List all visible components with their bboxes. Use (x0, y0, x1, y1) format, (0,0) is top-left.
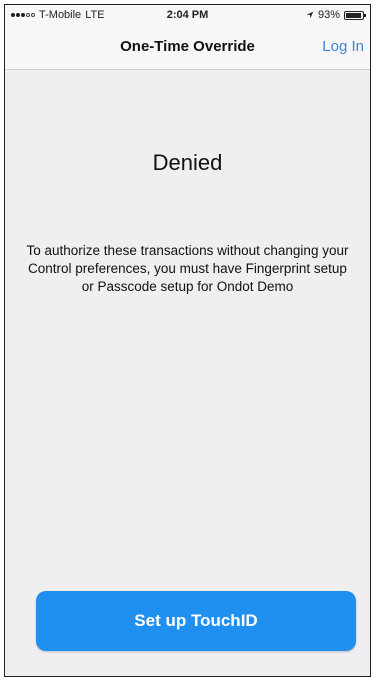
battery-icon (344, 10, 366, 20)
main-content: Denied To authorize these transactions w… (5, 70, 370, 676)
navigation-bar: One-Time Override Log In (5, 25, 370, 70)
set-up-touchid-button[interactable]: Set up TouchID (36, 591, 356, 651)
phone-screen: T-Mobile LTE 2:04 PM 93% One-Time Overri… (4, 4, 371, 677)
denied-heading: Denied (152, 150, 223, 175)
battery-percent: 93% (317, 9, 340, 21)
log-in-button[interactable]: Log In (322, 38, 364, 55)
status-right: 93% (306, 9, 366, 21)
location-arrow-icon (306, 11, 314, 19)
status-bar: T-Mobile LTE 2:04 PM 93% (5, 5, 370, 25)
page-title: One-Time Override (120, 38, 255, 55)
denied-message: To authorize these transactions without … (26, 243, 349, 294)
battery-fill (346, 12, 361, 18)
